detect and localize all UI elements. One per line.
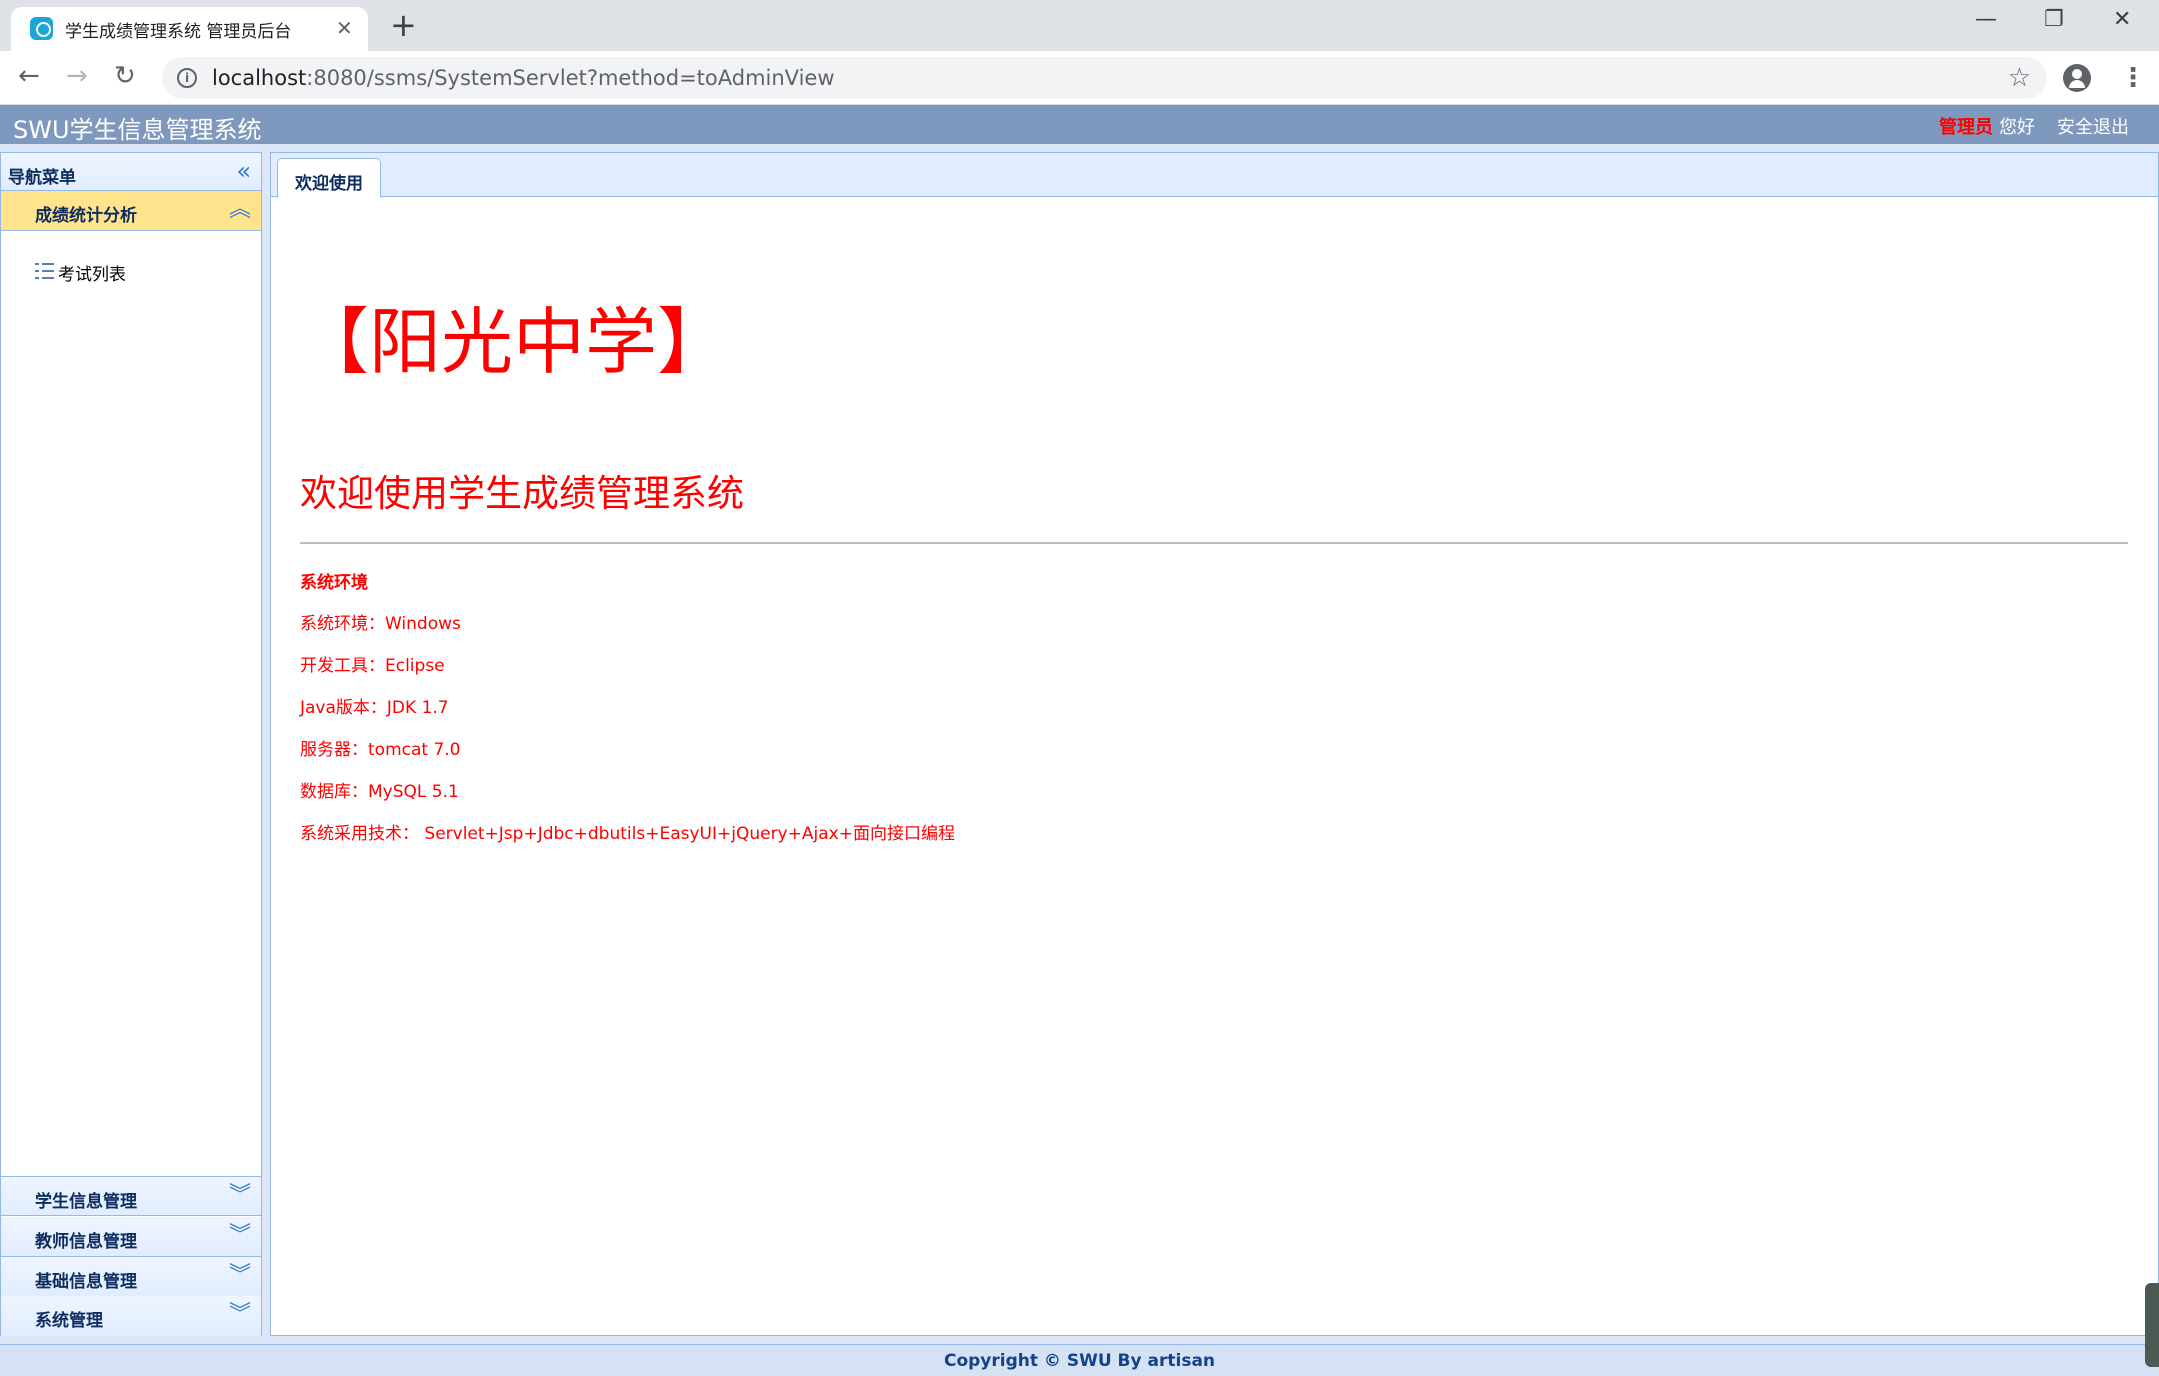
nav-section-score-analysis[interactable]: 成绩统计分析 ︽	[1, 191, 261, 231]
close-tab-icon[interactable]: ✕	[336, 16, 353, 40]
chevron-down-icon[interactable]: ︾	[229, 1262, 251, 1290]
logout-link[interactable]: 安全退出	[2057, 117, 2129, 138]
browser-tab[interactable]: 学生成绩管理系统 管理员后台 ✕	[11, 7, 368, 51]
tab-welcome[interactable]: 欢迎使用	[277, 158, 381, 198]
user-area: 管理员 您好 安全退出	[1939, 113, 2129, 139]
back-arrow-icon[interactable]: ←	[18, 59, 40, 93]
chevron-down-icon[interactable]: ︾	[229, 1301, 251, 1329]
info-icon[interactable]: i	[177, 68, 197, 88]
restore-icon[interactable]: ❐	[2044, 6, 2064, 34]
app-title: SWU学生信息管理系统	[13, 116, 262, 144]
env-line: Java版本：JDK 1.7	[300, 698, 449, 718]
welcome-heading: 欢迎使用学生成绩管理系统	[300, 472, 744, 515]
browser-tabstrip: 学生成绩管理系统 管理员后台 ✕ + — ❐ ✕	[0, 0, 2159, 51]
env-line: 开发工具：Eclipse	[300, 656, 445, 676]
nav-section-label: 基础信息管理	[35, 1272, 137, 1292]
env-title: 系统环境	[300, 573, 368, 593]
env-line: 系统采用技术： Servlet+Jsp+Jdbc+dbutils+EasyUI+…	[300, 824, 955, 844]
nav-item-label: 考试列表	[58, 265, 126, 285]
address-bar[interactable]: i localhost:8080/ssms/SystemServlet?meth…	[162, 57, 2047, 99]
user-role: 管理员	[1939, 117, 1993, 138]
chevron-down-icon[interactable]: ︾	[229, 1182, 251, 1210]
app-header: SWU学生信息管理系统 管理员 您好 安全退出	[0, 105, 2159, 144]
favicon-icon	[30, 17, 53, 40]
nav-section-system[interactable]: 系统管理 ︾	[1, 1296, 261, 1336]
tab-label: 欢迎使用	[295, 174, 363, 194]
browser-tab-title: 学生成绩管理系统 管理员后台	[65, 22, 292, 42]
nav-section-teacher-info[interactable]: 教师信息管理 ︾	[1, 1217, 261, 1257]
nav-header: 导航菜单 «	[1, 153, 261, 191]
forward-arrow-icon[interactable]: →	[66, 59, 88, 93]
list-icon	[35, 263, 55, 281]
close-window-icon[interactable]: ✕	[2113, 6, 2131, 34]
env-line: 系统环境：Windows	[300, 614, 461, 634]
nav-section-basic-info[interactable]: 基础信息管理 ︾	[1, 1257, 261, 1297]
nav-section-label: 学生信息管理	[35, 1192, 137, 1212]
copyright-text: Copyright © SWU By artisan	[943, 1351, 1216, 1371]
star-icon[interactable]: ☆	[2008, 63, 2031, 93]
greeting: 您好	[1999, 117, 2035, 138]
minimize-icon[interactable]: —	[1975, 6, 1997, 34]
browser-toolbar: ← → ↻ i localhost:8080/ssms/SystemServle…	[0, 51, 2159, 105]
chevron-up-icon[interactable]: ︽	[229, 196, 251, 224]
main-panel: 欢迎使用 【阳光中学】 欢迎使用学生成绩管理系统 系统环境 系统环境：Windo…	[270, 152, 2159, 1336]
env-line: 服务器：tomcat 7.0	[300, 740, 461, 760]
reload-icon[interactable]: ↻	[114, 59, 136, 93]
tabs-header: 欢迎使用	[271, 153, 2158, 198]
nav-title: 导航菜单	[8, 168, 76, 188]
nav-section-label: 系统管理	[35, 1311, 103, 1331]
nav-section-label: 教师信息管理	[35, 1232, 137, 1252]
school-name: 【阳光中学】	[297, 300, 730, 384]
account-icon[interactable]	[2063, 64, 2091, 92]
url-text[interactable]: localhost:8080/ssms/SystemServlet?method…	[212, 66, 835, 90]
footer: Copyright © SWU By artisan	[0, 1344, 2159, 1376]
env-line: 数据库：MySQL 5.1	[300, 782, 459, 802]
collapse-left-icon[interactable]: «	[236, 157, 251, 185]
new-tab-icon[interactable]: +	[390, 7, 417, 43]
side-widget-handle[interactable]	[2145, 1283, 2159, 1367]
nav-panel: 导航菜单 « 成绩统计分析 ︽ 考试列表 学生信息管理 ︾ 教师信息管理 ︾ 基…	[0, 152, 262, 1336]
app-body: 导航菜单 « 成绩统计分析 ︽ 考试列表 学生信息管理 ︾ 教师信息管理 ︾ 基…	[0, 144, 2159, 1344]
divider	[300, 542, 2128, 544]
nav-section-label: 成绩统计分析	[35, 206, 137, 226]
welcome-content: 【阳光中学】 欢迎使用学生成绩管理系统 系统环境 系统环境：Windows 开发…	[271, 197, 2158, 1335]
chevron-down-icon[interactable]: ︾	[229, 1222, 251, 1250]
more-vert-icon[interactable]: ⋮	[2120, 63, 2146, 93]
nav-section-student-info[interactable]: 学生信息管理 ︾	[1, 1176, 261, 1216]
